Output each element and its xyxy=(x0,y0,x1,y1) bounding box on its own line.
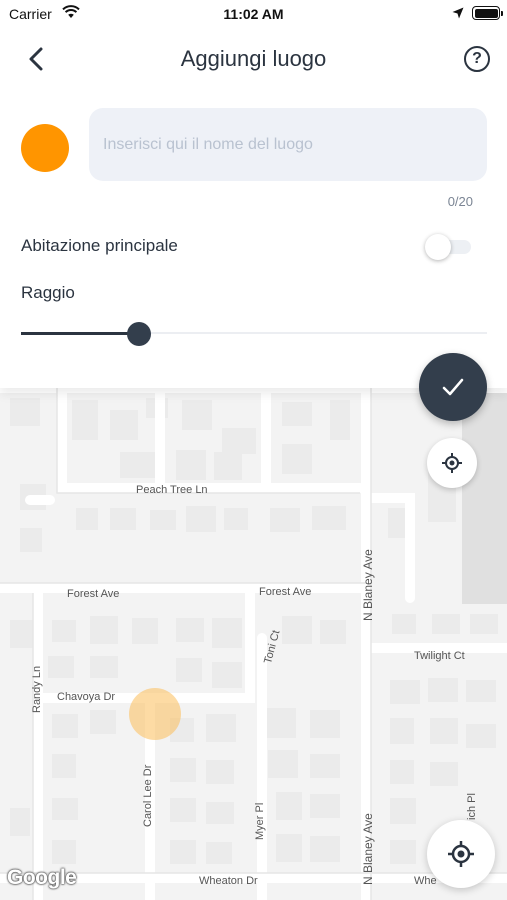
street-label: Randy Ln xyxy=(31,665,43,713)
street-label: Twilight Ct xyxy=(414,650,465,662)
page-title: Aggiungi luogo xyxy=(180,46,327,71)
street-label: Myer Pl xyxy=(254,802,266,840)
status-bar: Carrier 11:02 AM xyxy=(0,0,507,28)
street-label: Whe xyxy=(414,875,437,887)
main-home-label: Abitazione principale xyxy=(21,236,178,255)
place-color-picker[interactable] xyxy=(21,124,69,172)
street-label: N Blaney Ave xyxy=(361,549,375,621)
slider-fill xyxy=(21,331,139,335)
crosshair-icon xyxy=(448,841,474,867)
crosshair-icon xyxy=(442,453,462,473)
slider-thumb[interactable] xyxy=(127,322,151,346)
street-label: Peach Tree Ln xyxy=(136,484,208,496)
battery-icon xyxy=(472,6,503,20)
toggle-knob xyxy=(425,234,451,260)
street-label: Forest Ave xyxy=(67,588,120,600)
street-label: ich Pl xyxy=(466,793,478,820)
place-radius-marker xyxy=(129,688,181,740)
center-on-place-button[interactable] xyxy=(427,438,477,488)
main-home-toggle[interactable] xyxy=(425,234,471,260)
street-label: N Blaney Ave xyxy=(361,813,375,885)
street-label: Wheaton Dr xyxy=(199,875,258,887)
my-location-button[interactable] xyxy=(427,820,495,888)
question-circle-icon[interactable]: ? xyxy=(464,46,490,72)
checkmark-icon xyxy=(442,378,464,396)
street-label: Carol Lee Dr xyxy=(142,764,154,827)
street-label: Forest Ave xyxy=(259,586,312,598)
place-name-input[interactable] xyxy=(89,108,487,181)
add-place-panel: Carrier 11:02 AM Aggiungi luogo ? 0/20 A… xyxy=(0,0,507,388)
confirm-button[interactable] xyxy=(419,353,487,421)
google-logo: Google xyxy=(7,866,77,889)
char-counter: 0/20 xyxy=(447,194,473,209)
status-time: 11:02 AM xyxy=(223,6,284,22)
radius-slider[interactable] xyxy=(21,322,487,346)
street-label: Chavoya Dr xyxy=(57,691,116,703)
radius-label: Raggio xyxy=(21,283,75,302)
location-arrow-icon xyxy=(452,7,464,19)
